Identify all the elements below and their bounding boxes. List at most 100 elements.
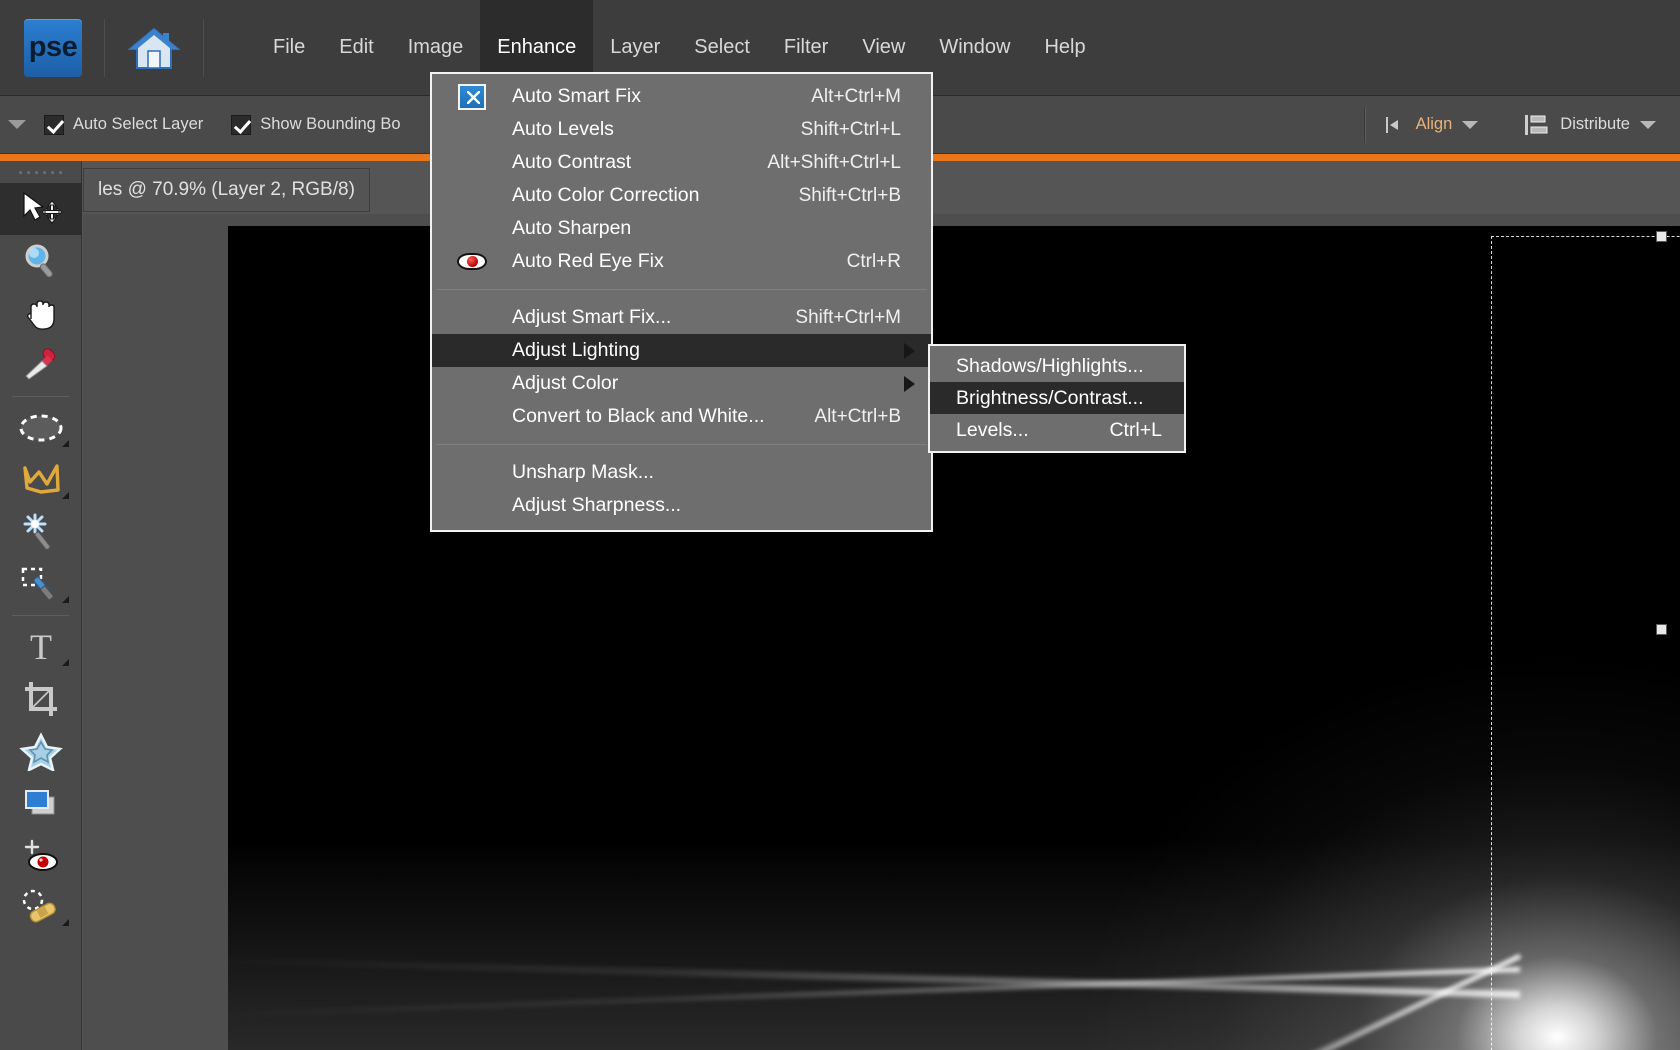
menu-item-label: Adjust Smart Fix... — [512, 306, 672, 328]
menu-item-label: Auto Contrast — [512, 151, 632, 173]
menu-item-auto-red-eye-fix[interactable]: Auto Red Eye Fix Ctrl+R — [432, 245, 931, 278]
align-left-icon — [1385, 116, 1398, 133]
chevron-down-icon[interactable] — [8, 120, 26, 129]
hand-tool[interactable] — [0, 287, 82, 339]
recompose-tool[interactable] — [0, 777, 82, 829]
auto-select-layer-checkbox[interactable] — [44, 114, 64, 135]
menu-item-auto-levels[interactable]: Auto Levels Shift+Ctrl+L — [432, 113, 931, 146]
transform-handle[interactable] — [1656, 624, 1667, 635]
auto-select-layer-label: Auto Select Layer — [73, 115, 204, 133]
document-tab[interactable]: les @ 70.9% (Layer 2, RGB/8) — [83, 168, 370, 212]
photoshop-elements-window: pse File Edit Image Enhance Layer Select… — [0, 0, 1680, 1050]
menu-item-shortcut: Shift+Ctrl+B — [798, 184, 901, 206]
document-title: les @ 70.9% (Layer 2, RGB/8) — [98, 179, 355, 200]
menu-item-shortcut: Alt+Ctrl+B — [814, 405, 901, 427]
align-label: Align — [1415, 115, 1453, 133]
svg-text:T: T — [30, 628, 52, 666]
menu-item-adjust-sharpness[interactable]: Adjust Sharpness... — [432, 489, 931, 522]
elliptical-marquee-tool[interactable] — [0, 402, 82, 454]
submenu-item-label: Levels... — [956, 418, 1029, 441]
show-bounding-box-checkbox[interactable] — [231, 114, 252, 135]
menu-item-shortcut: Alt+Shift+Ctrl+L — [767, 151, 901, 173]
menu-item-label: Convert to Black and White... — [512, 405, 765, 427]
menu-item-shortcut: Shift+Ctrl+L — [800, 118, 901, 140]
submenu-item-label: Brightness/Contrast... — [956, 386, 1144, 409]
tool-options-corner-icon — [62, 659, 69, 666]
menu-item-label: Auto Sharpen — [512, 217, 632, 239]
tools-panel: T — [0, 161, 82, 1050]
submenu-item-shadows-highlights[interactable]: Shadows/Highlights... — [930, 350, 1184, 382]
divider — [104, 18, 105, 77]
submenu-arrow-icon — [904, 375, 915, 392]
auto-select-layer-option[interactable]: Auto Select Layer — [44, 114, 204, 135]
red-eye-icon — [432, 253, 512, 270]
menu-file[interactable]: File — [256, 0, 322, 96]
chevron-down-icon[interactable] — [1462, 120, 1479, 129]
pse-logo-text: pse — [28, 31, 78, 63]
menu-item-convert-to-black-and-white[interactable]: Convert to Black and White... Alt+Ctrl+B — [432, 400, 931, 433]
tool-divider — [12, 615, 69, 616]
tool-options-corner-icon — [62, 440, 69, 447]
quick-selection-tool[interactable] — [0, 558, 82, 610]
menu-edit[interactable]: Edit — [322, 0, 390, 96]
menu-item-shortcut: Alt+Ctrl+M — [811, 85, 901, 107]
options-divider — [1363, 106, 1366, 143]
menu-item-label: Auto Levels — [512, 118, 614, 140]
panel-grip[interactable] — [0, 161, 81, 183]
zoom-tool[interactable] — [0, 235, 82, 287]
divider — [203, 18, 204, 77]
menu-item-label: Adjust Lighting — [512, 339, 640, 361]
enhance-dropdown-menu: Auto Smart Fix Alt+Ctrl+M Auto Levels Sh… — [430, 72, 933, 532]
magic-wand-tool[interactable] — [0, 506, 82, 558]
healing-brush-tool[interactable] — [0, 881, 82, 933]
menu-item-shortcut: Shift+Ctrl+M — [795, 306, 901, 328]
menu-item-label: Auto Smart Fix — [512, 85, 641, 107]
menu-item-auto-color-correction[interactable]: Auto Color Correction Shift+Ctrl+B — [432, 179, 931, 212]
menu-item-auto-contrast[interactable]: Auto Contrast Alt+Shift+Ctrl+L — [432, 146, 931, 179]
move-tool[interactable] — [0, 183, 82, 235]
distribute-control[interactable]: Distribute — [1524, 112, 1656, 138]
tool-options-corner-icon — [62, 492, 69, 499]
show-bounding-box-label: Show Bounding Bo — [260, 115, 401, 133]
menu-item-auto-sharpen[interactable]: Auto Sharpen — [432, 212, 931, 245]
menu-item-auto-smart-fix[interactable]: Auto Smart Fix Alt+Ctrl+M — [432, 80, 931, 113]
submenu-item-brightness-contrast[interactable]: Brightness/Contrast... — [930, 382, 1184, 414]
submenu-item-shortcut: Ctrl+L — [1109, 418, 1162, 441]
submenu-item-levels[interactable]: Levels... Ctrl+L — [930, 414, 1184, 446]
crop-tool[interactable] — [0, 673, 82, 725]
type-tool[interactable]: T — [0, 621, 82, 673]
chevron-down-icon[interactable] — [1640, 120, 1656, 129]
red-eye-removal-tool[interactable] — [0, 829, 82, 881]
menu-window[interactable]: Window — [922, 0, 1027, 96]
menu-item-shortcut: Ctrl+R — [846, 250, 901, 272]
menu-item-unsharp-mask[interactable]: Unsharp Mask... — [432, 456, 931, 489]
cookie-cutter-tool[interactable] — [0, 725, 82, 777]
selection-bounding-box[interactable] — [1491, 231, 1680, 1050]
submenu-arrow-icon — [904, 342, 915, 359]
eyedropper-tool[interactable] — [0, 339, 82, 391]
lasso-tool[interactable] — [0, 454, 82, 506]
menu-item-label: Adjust Sharpness... — [512, 494, 682, 516]
menu-item-adjust-color[interactable]: Adjust Color — [432, 367, 931, 400]
menu-separator — [436, 444, 927, 445]
menu-item-label: Unsharp Mask... — [512, 461, 654, 483]
adjust-lighting-submenu: Shadows/Highlights... Brightness/Contras… — [928, 344, 1186, 453]
transform-handle[interactable] — [1656, 231, 1667, 242]
menu-separator — [436, 289, 927, 290]
tool-options-corner-icon — [62, 919, 69, 926]
menu-item-label: Auto Color Correction — [512, 184, 700, 206]
menu-help[interactable]: Help — [1027, 0, 1102, 96]
align-control[interactable]: Align — [1384, 114, 1479, 136]
distribute-icon — [1525, 114, 1548, 135]
menu-item-adjust-smart-fix[interactable]: Adjust Smart Fix... Shift+Ctrl+M — [432, 301, 931, 334]
submenu-item-label: Shadows/Highlights... — [956, 354, 1144, 377]
smart-fix-icon — [432, 83, 512, 110]
show-bounding-box-option[interactable]: Show Bounding Bo — [231, 114, 401, 135]
menu-item-label: Adjust Color — [512, 372, 619, 394]
pse-logo: pse — [24, 18, 82, 77]
menu-item-adjust-lighting[interactable]: Adjust Lighting — [432, 334, 931, 367]
distribute-label: Distribute — [1560, 115, 1630, 133]
tool-divider — [12, 396, 69, 397]
home-icon[interactable] — [127, 21, 181, 75]
menu-item-label: Auto Red Eye Fix — [512, 250, 664, 272]
